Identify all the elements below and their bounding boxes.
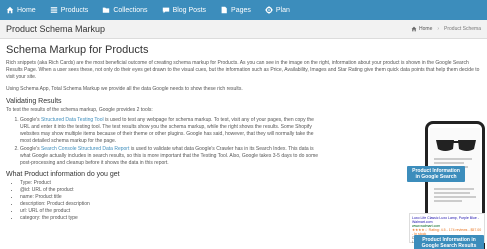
page-header: Product Schema Markup Home › Product Sch… (0, 20, 487, 39)
callout-google-search: Product Information in Google Search (407, 166, 465, 182)
list-icon (50, 6, 58, 14)
breadcrumb-home-link[interactable]: Home (419, 26, 432, 32)
result-title: Luxo Life Classic Luxo Lamp, Purple Blue… (412, 216, 479, 224)
nav-home-label: Home (17, 6, 36, 14)
sunglasses-image (436, 140, 476, 151)
tool-item: Google's Structured Data Testing Tool is… (20, 117, 325, 145)
intro-paragraph: Rich snippets (aka Rich Cards) are the m… (6, 60, 480, 80)
main-heading: Schema Markup for Products (6, 44, 149, 56)
gear-icon (265, 6, 273, 14)
tool-prefix: Google's (20, 146, 41, 152)
nav-products[interactable]: Products (50, 6, 89, 14)
nav-blog-posts[interactable]: Blog Posts (162, 6, 206, 14)
folder-icon (102, 6, 110, 14)
nav-collections-label: Collections (113, 6, 148, 14)
file-icon (220, 6, 228, 14)
home-icon (6, 6, 14, 14)
nav-home[interactable]: Home (6, 6, 36, 14)
validating-text: To test the results of the schema markup… (6, 107, 153, 113)
validating-heading: Validating Results (6, 98, 62, 105)
breadcrumb-current: Product Schema (444, 26, 481, 32)
nav-collections[interactable]: Collections (102, 6, 148, 14)
breadcrumb-separator: › (437, 26, 440, 32)
quote-icon (162, 6, 170, 14)
intro-paragraph-2: Using Schema App, Total Schema Markup we… (6, 86, 243, 92)
result-text-line (434, 192, 470, 194)
tools-list: Google's Structured Data Testing Tool is… (20, 117, 325, 167)
top-navbar: Home Products Collections Blog Posts Pag… (0, 0, 487, 20)
result-text-line (434, 162, 464, 164)
structured-data-testing-tool-link[interactable]: Structured Data Testing Tool (41, 117, 104, 123)
nav-pages[interactable]: Pages (220, 6, 251, 14)
result-text-line (434, 196, 476, 198)
tool-prefix: Google's (20, 117, 41, 123)
result-text-line (434, 158, 472, 160)
nav-products-label: Products (60, 6, 89, 14)
page-title: Product Schema Markup (6, 24, 106, 34)
nav-pages-label: Pages (231, 6, 251, 14)
search-console-report-link[interactable]: Search Console Structured Data Report (41, 146, 129, 152)
nav-plan-label: Plan (275, 6, 290, 14)
home-icon (411, 26, 417, 32)
result-text-line (434, 200, 462, 202)
tool-item: Google's Search Console Structured Data … (20, 146, 325, 167)
callout-search-results: Product Information in Google Search Res… (414, 235, 484, 249)
nav-plan[interactable]: Plan (265, 6, 290, 14)
breadcrumb: Home › Product Schema (411, 26, 481, 32)
result-text-line (434, 188, 474, 190)
nav-blog-posts-label: Blog Posts (172, 6, 207, 14)
